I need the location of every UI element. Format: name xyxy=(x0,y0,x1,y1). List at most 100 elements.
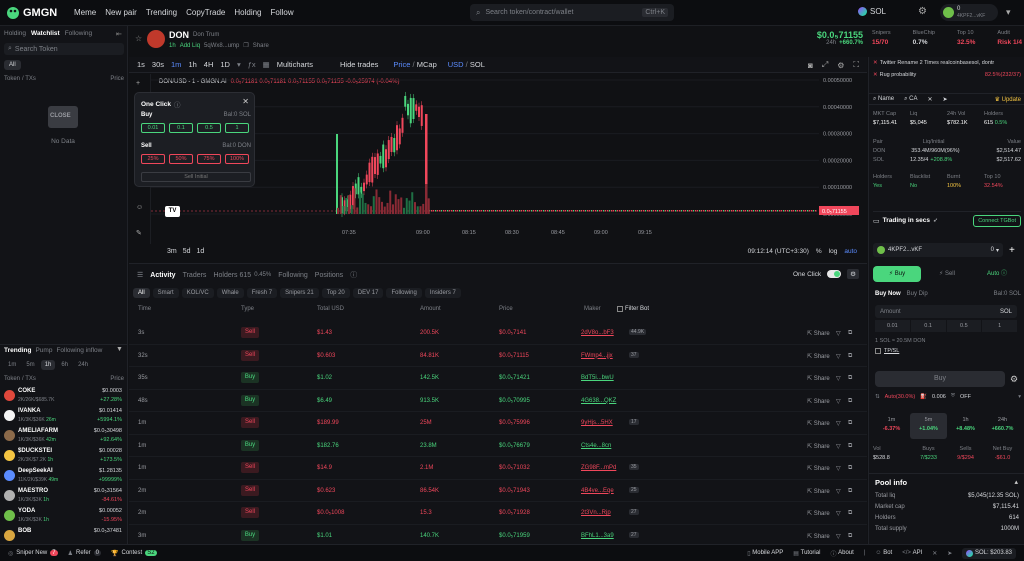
close-icon[interactable]: ✕ xyxy=(242,97,249,106)
tpsl-checkbox[interactable] xyxy=(875,348,881,354)
tab-pump[interactable]: Pump xyxy=(35,347,52,354)
mev-status[interactable]: OFF xyxy=(960,394,971,400)
wallet-button[interactable]: 0 4KPF2...vKF xyxy=(940,4,998,21)
row-share[interactable]: ⇱ Share xyxy=(807,465,830,472)
filter-icon[interactable]: ▽ xyxy=(836,465,841,472)
nav-holding[interactable]: Holding xyxy=(234,8,261,17)
external-link-icon[interactable]: ⧉ xyxy=(848,375,852,382)
time-1m[interactable]: 1m xyxy=(4,360,20,370)
crosshair-icon[interactable]: + xyxy=(136,80,140,87)
col-token[interactable]: Token xyxy=(4,376,20,382)
row-share[interactable]: ⇱ Share xyxy=(807,533,830,540)
collapse-icon[interactable]: ⇤ xyxy=(116,30,122,38)
col-txs[interactable]: / TXs xyxy=(22,376,36,382)
amount-preset[interactable]: 0.1 xyxy=(910,320,946,332)
tab-trending[interactable]: Trending xyxy=(4,347,31,354)
telegram-link-icon[interactable]: ➤ xyxy=(942,96,947,103)
row-share[interactable]: ⇱ Share xyxy=(807,330,830,337)
filter-bot-checkbox[interactable] xyxy=(617,306,623,312)
row-share[interactable]: ⇱ Share xyxy=(807,510,830,517)
row-maker[interactable]: 4G638...QKZ xyxy=(581,398,616,404)
external-link-icon[interactable]: ⧉ xyxy=(848,353,852,360)
watchlist-search-input[interactable]: ⌕ Search Token xyxy=(4,43,124,55)
row-share[interactable]: ⇱ Share xyxy=(807,488,830,495)
period-tab[interactable]: 24h +660.7% xyxy=(984,413,1021,439)
collapse-icon[interactable]: ▴ xyxy=(1014,478,1018,486)
token-address[interactable]: 5qWx8...ump xyxy=(204,43,239,49)
col-txs[interactable]: / TXs xyxy=(22,76,36,82)
table-row[interactable]: 2m Sell $0.623 86.54K $0.0₅71943 4B4ve...Eqe 2… xyxy=(129,480,867,502)
table-row[interactable]: 3m Buy $1.01 140.7K $0.0₅71959 BFhL1...3a9 27 ⇱… xyxy=(129,525,867,546)
tradingview-logo[interactable]: TV xyxy=(165,206,180,217)
chevron-down-icon[interactable]: ▾ xyxy=(1018,394,1021,400)
amount-preset[interactable]: 1 xyxy=(982,320,1017,332)
gas-fee[interactable]: 0.006 xyxy=(932,394,946,400)
nav-meme[interactable]: Meme xyxy=(74,8,96,17)
trade-settings-icon[interactable]: ⚙ xyxy=(1010,374,1018,385)
activity-settings-icon[interactable]: ⚙ xyxy=(847,269,859,279)
filter-chip[interactable]: KOL/VC xyxy=(181,288,214,298)
sniper-new-button[interactable]: ◎ Sniper New 7 xyxy=(8,550,58,557)
tf-1m[interactable]: 1m xyxy=(171,60,181,69)
auto-toggle[interactable]: auto xyxy=(844,248,857,255)
one-click-toggle[interactable] xyxy=(827,270,842,278)
col-token[interactable]: Token xyxy=(4,76,20,82)
row-maker[interactable]: 9yHjs...5HX xyxy=(581,420,613,426)
filter-icon[interactable]: ▽ xyxy=(836,398,841,405)
row-maker[interactable]: FWmp4...jjx xyxy=(581,353,613,359)
row-share[interactable]: ⇱ Share xyxy=(807,398,830,405)
table-row[interactable]: 1m Buy $182.76 23.8M $0.0₅76679 Cts4e...8cn ⇱ … xyxy=(129,435,867,457)
table-row[interactable]: 2m Sell $0.0₅1008 15.3 $0.0₅71928 2t3Vn...Rjp… xyxy=(129,502,867,525)
col-total-usd[interactable]: Total USD xyxy=(317,306,344,312)
token-row[interactable]: COKE 2K/26K/$685.7K $0.0003 +27.28% xyxy=(0,386,128,406)
external-link-icon[interactable]: ⧉ xyxy=(848,443,852,450)
price-toggle[interactable]: Price xyxy=(393,60,410,69)
filter-chip[interactable]: Insiders 7 xyxy=(424,288,461,298)
telegram-icon[interactable]: ➤ xyxy=(947,550,952,557)
trade-tab-sell[interactable]: ⚡ Sell xyxy=(923,266,971,282)
time-1h[interactable]: 1h xyxy=(40,360,56,370)
tpsl-label[interactable]: TP/SL xyxy=(884,348,899,354)
token-row[interactable]: MAESTRO 1K/3K/$3K 1h $0.0₅31564 -84.61% xyxy=(0,486,128,506)
range-1d[interactable]: 1d xyxy=(197,248,205,255)
filter-chip[interactable]: Top 20 xyxy=(321,288,350,298)
connect-tgbot-button[interactable]: Connect TGBot xyxy=(973,214,1021,227)
multicharts-button[interactable]: Multicharts xyxy=(277,60,313,69)
filter-icon[interactable]: ▽ xyxy=(836,420,841,427)
ruler-icon[interactable]: ✎ xyxy=(136,229,142,237)
col-type[interactable]: Type xyxy=(241,306,254,312)
row-maker[interactable]: BdT5i...bwU xyxy=(581,375,614,381)
candlestick-chart[interactable]: 0.00050000 0.00040000 0.00030000 0.00020000… xyxy=(151,74,867,262)
mcap-toggle[interactable]: MCap xyxy=(417,60,437,69)
time-6h[interactable]: 6h xyxy=(57,360,72,370)
filter-icon[interactable]: ▽ xyxy=(836,443,841,450)
external-link-icon[interactable]: ⧉ xyxy=(848,330,852,337)
search-input[interactable]: ⌕ Search token/contract/wallet Ctrl+K xyxy=(470,4,674,21)
star-icon[interactable]: ☆ xyxy=(135,34,142,43)
col-price[interactable]: Price xyxy=(110,376,124,382)
tf-30s[interactable]: 30s xyxy=(152,60,164,69)
api-link[interactable]: </> API xyxy=(902,550,922,556)
oc-sell-amount[interactable]: 100% xyxy=(225,154,249,164)
external-link-icon[interactable]: ⧉ xyxy=(848,533,852,540)
amount-preset[interactable]: 0.5 xyxy=(946,320,982,332)
tab-following[interactable]: Following xyxy=(65,30,92,37)
row-maker[interactable]: 2dV8o...bF3 xyxy=(581,330,614,336)
amount-preset[interactable]: 0.01 xyxy=(875,320,910,332)
filter-icon[interactable]: ▽ xyxy=(836,488,841,495)
twitter-icon[interactable]: ✕ xyxy=(932,550,937,557)
indicators-icon[interactable]: ƒx xyxy=(248,60,256,69)
range-5d[interactable]: 5d xyxy=(183,248,191,255)
percent-toggle[interactable]: % xyxy=(816,248,822,255)
table-row[interactable]: 1m Sell $14.9 2.1M $0.0₅71032 ZG98F...mPd 35 ⇱ … xyxy=(129,457,867,480)
tab-watchlist[interactable]: Watchlist xyxy=(31,30,60,37)
notification-icon[interactable]: ▾ xyxy=(1006,7,1011,18)
col-time[interactable]: Time xyxy=(138,306,151,312)
time-5m[interactable]: 5m xyxy=(22,360,38,370)
token-row[interactable]: IVANKA 1K/3K/$36K 26m $0.01414 +5994.1% xyxy=(0,406,128,426)
emoji-icon[interactable]: ☺ xyxy=(136,204,143,211)
row-maker[interactable]: BFhL1...3a9 xyxy=(581,533,614,539)
wallet-select[interactable]: 4KPF2...vKF 0 ▾ xyxy=(873,243,1003,257)
token-row[interactable]: DeepSeekAI 11K/2K/$39K 49m $1.28135 +99999% xyxy=(0,466,128,486)
filter-icon[interactable]: ▽ xyxy=(836,510,841,517)
